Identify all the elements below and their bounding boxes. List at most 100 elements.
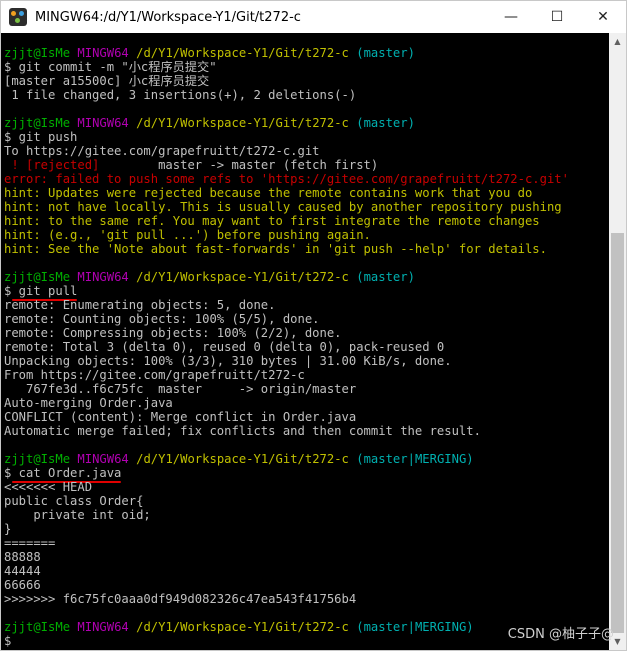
terminal-line: hint: to the same ref. You may want to f… — [1, 214, 609, 228]
terminal-text-segment: To https://gitee.com/grapefruitt/t272-c.… — [4, 144, 320, 158]
terminal-line: ! [rejected] master -> master (fetch fir… — [1, 158, 609, 172]
terminal-line: Unpacking objects: 100% (3/3), 310 bytes… — [1, 354, 609, 368]
terminal-window: MINGW64:/d/Y1/Workspace-Y1/Git/t272-c — … — [0, 0, 627, 651]
terminal-text-segment: /d/Y1/Workspace-Y1/Git/t272-c — [136, 116, 349, 130]
terminal-text-segment: 88888 — [4, 550, 41, 564]
terminal-line: [master a15500c] 小c程序员提交 — [1, 74, 609, 88]
terminal-line: hint: (e.g., 'git pull ...') before push… — [1, 228, 609, 242]
terminal-text-segment: remote: Total 3 (delta 0), reused 0 (del… — [4, 340, 445, 354]
terminal-text-segment: $ cat Order.java — [4, 466, 122, 480]
terminal-text-segment: $ git commit -m "小c程序员提交" — [4, 60, 217, 74]
window-controls: — ☐ ✕ — [488, 1, 626, 33]
terminal-text-segment: zjjt@IsMe — [4, 270, 71, 284]
terminal-text-segment: CONFLICT (content): Merge conflict in Or… — [4, 410, 357, 424]
terminal-line: CONFLICT (content): Merge conflict in Or… — [1, 410, 609, 424]
terminal-line: Auto-merging Order.java — [1, 396, 609, 410]
terminal-text-segment: remote: Counting objects: 100% (5/5), do… — [4, 312, 320, 326]
terminal-text-segment: Automatic merge failed; fix conflicts an… — [4, 424, 481, 438]
terminal-text-segment: public class Order{ — [4, 494, 144, 508]
terminal-line: remote: Counting objects: 100% (5/5), do… — [1, 312, 609, 326]
terminal-text-segment: MINGW64 — [77, 452, 129, 466]
terminal-line: ======= — [1, 536, 609, 550]
title-bar[interactable]: MINGW64:/d/Y1/Workspace-Y1/Git/t272-c — … — [1, 1, 626, 33]
minimize-button[interactable]: — — [488, 1, 534, 33]
terminal-text-segment: zjjt@IsMe — [4, 620, 71, 634]
terminal-text-segment: remote: Enumerating objects: 5, done. — [4, 298, 276, 312]
terminal-text-segment: private int oid; — [4, 508, 151, 522]
terminal-line: 767fe3d..f6c75fc master -> origin/master — [1, 382, 609, 396]
terminal-text-segment: (master|MERGING) — [356, 620, 474, 634]
terminal-text-segment: error: failed to push some refs to 'http… — [4, 172, 569, 186]
terminal-line: hint: Updates were rejected because the … — [1, 186, 609, 200]
terminal-text-segment: [master a15500c] 小c程序员提交 — [4, 74, 210, 88]
terminal-line: 44444 — [1, 564, 609, 578]
terminal-line: zjjt@IsMe MINGW64 /d/Y1/Workspace-Y1/Git… — [1, 452, 609, 466]
terminal-text-segment: zjjt@IsMe — [4, 46, 71, 60]
maximize-button[interactable]: ☐ — [534, 1, 580, 33]
terminal-line: 66666 — [1, 578, 609, 592]
terminal-line: $ git commit -m "小c程序员提交" — [1, 60, 609, 74]
terminal-text-segment: /d/Y1/Workspace-Y1/Git/t272-c — [136, 46, 349, 60]
terminal-text-segment: MINGW64 — [77, 270, 129, 284]
terminal-text-segment: (master) — [356, 116, 415, 130]
terminal-text-segment: MINGW64 — [77, 116, 129, 130]
terminal-text-segment: master -> master (fetch first) — [99, 158, 379, 172]
terminal-line: <<<<<<< HEAD — [1, 480, 609, 494]
terminal-text-segment: (master) — [356, 270, 415, 284]
watermark: CSDN @柚子子@ — [507, 627, 614, 642]
terminal-line: hint: not have locally. This is usually … — [1, 200, 609, 214]
terminal-text-segment: (master) — [356, 46, 415, 60]
terminal-text-segment: 44444 — [4, 564, 41, 578]
terminal-line: remote: Enumerating objects: 5, done. — [1, 298, 609, 312]
terminal-line: $ git pull — [1, 284, 609, 301]
terminal-text-segment: hint: Updates were rejected because the … — [4, 186, 533, 200]
terminal-text-segment: $ — [4, 634, 12, 648]
terminal-text-segment: 767fe3d..f6c75fc master -> origin/master — [4, 382, 357, 396]
scroll-up-arrow-icon[interactable]: ▲ — [609, 33, 626, 50]
terminal-line: To https://gitee.com/grapefruitt/t272-c.… — [1, 144, 609, 158]
git-bash-icon — [9, 8, 27, 26]
scrollbar-thumb[interactable] — [611, 233, 624, 633]
terminal-text-segment: zjjt@IsMe — [4, 116, 71, 130]
terminal-line: Automatic merge failed; fix conflicts an… — [1, 424, 609, 438]
terminal-text-segment: MINGW64 — [77, 620, 129, 634]
vertical-scrollbar[interactable]: ▲ ▼ — [609, 33, 626, 650]
terminal-text-segment: hint: (e.g., 'git pull ...') before push… — [4, 228, 371, 242]
terminal-text-segment: 1 file changed, 3 insertions(+), 2 delet… — [4, 88, 357, 102]
terminal-text-segment: From https://gitee.com/grapefruitt/t272-… — [4, 368, 305, 382]
terminal-output[interactable]: zjjt@IsMe MINGW64 /d/Y1/Workspace-Y1/Git… — [1, 33, 609, 650]
terminal-line: zjjt@IsMe MINGW64 /d/Y1/Workspace-Y1/Git… — [1, 116, 609, 130]
terminal-text-segment: hint: to the same ref. You may want to f… — [4, 214, 540, 228]
terminal-text-segment: zjjt@IsMe — [4, 452, 71, 466]
terminal-line: zjjt@IsMe MINGW64 /d/Y1/Workspace-Y1/Git… — [1, 46, 609, 60]
terminal-line: 88888 — [1, 550, 609, 564]
terminal-line: zjjt@IsMe MINGW64 /d/Y1/Workspace-Y1/Git… — [1, 270, 609, 284]
window-title: MINGW64:/d/Y1/Workspace-Y1/Git/t272-c — [35, 9, 301, 25]
terminal-line: >>>>>>> f6c75fc0aaa0df949d082326c47ea543… — [1, 592, 609, 606]
terminal-text-segment: Unpacking objects: 100% (3/3), 310 bytes… — [4, 354, 452, 368]
terminal-line: $ git push — [1, 130, 609, 144]
close-button[interactable]: ✕ — [580, 1, 626, 33]
terminal-text-segment: $ git pull — [4, 284, 78, 298]
terminal-line: } — [1, 522, 609, 536]
terminal-line: public class Order{ — [1, 494, 609, 508]
terminal-line: remote: Compressing objects: 100% (2/2),… — [1, 326, 609, 340]
terminal-text-segment: hint: See the 'Note about fast-forwards'… — [4, 242, 547, 256]
terminal-text-segment: (master|MERGING) — [356, 452, 474, 466]
terminal-text-segment: ======= — [4, 536, 56, 550]
terminal-text-segment: remote: Compressing objects: 100% (2/2),… — [4, 326, 342, 340]
terminal-text-segment: ! [rejected] — [4, 158, 100, 172]
terminal-text-segment: >>>>>>> f6c75fc0aaa0df949d082326c47ea543… — [4, 592, 357, 606]
terminal-line: hint: See the 'Note about fast-forwards'… — [1, 242, 609, 256]
terminal-text-segment: /d/Y1/Workspace-Y1/Git/t272-c — [136, 452, 349, 466]
terminal-text-segment: /d/Y1/Workspace-Y1/Git/t272-c — [136, 270, 349, 284]
terminal-line: 1 file changed, 3 insertions(+), 2 delet… — [1, 88, 609, 102]
terminal-line: remote: Total 3 (delta 0), reused 0 (del… — [1, 340, 609, 354]
terminal-line: From https://gitee.com/grapefruitt/t272-… — [1, 368, 609, 382]
